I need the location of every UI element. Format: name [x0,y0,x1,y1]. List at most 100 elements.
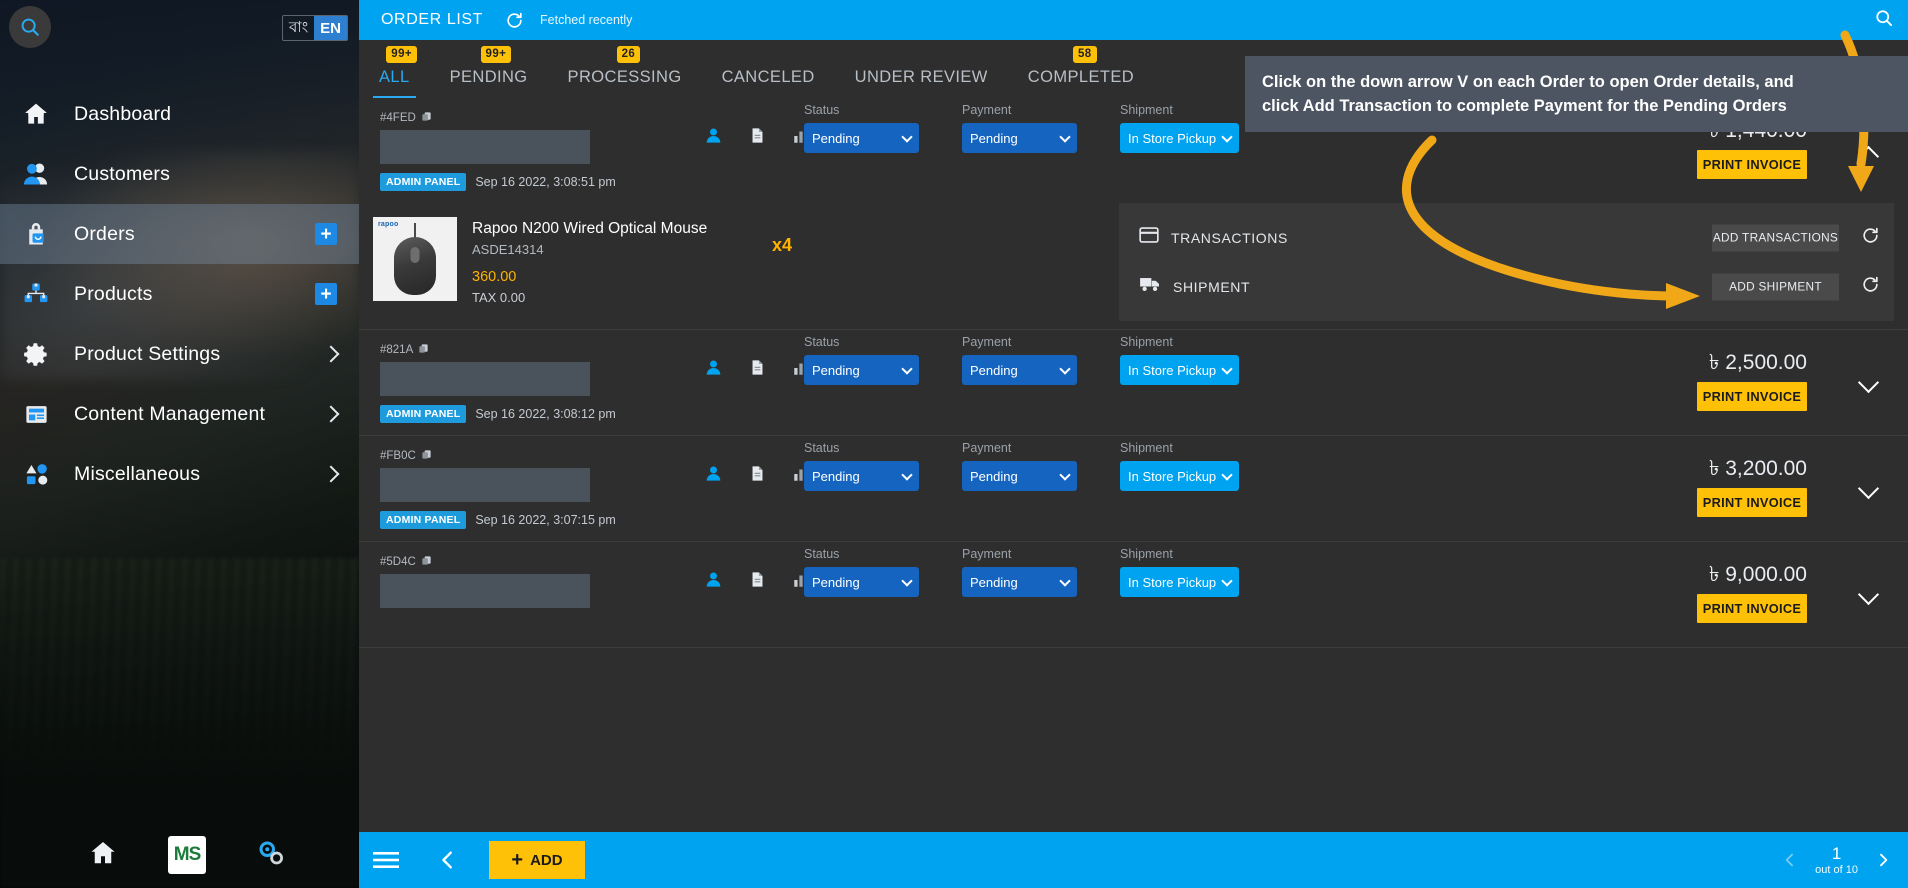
order-date: Sep 16 2022, 3:08:51 pm [475,175,616,189]
status-select[interactable]: Pending [804,355,919,385]
document-icon[interactable] [749,570,766,594]
order-quick-actions [704,570,810,594]
sidebar-item-dashboard[interactable]: Dashboard [0,84,359,144]
order-id: #4FED [380,111,432,125]
document-icon[interactable] [749,464,766,488]
order-expand-toggle[interactable] [1856,371,1880,399]
shipment-select[interactable]: In Store Pickup [1120,461,1239,491]
order-expand-toggle[interactable] [1856,143,1880,168]
sidebar-add-product-button[interactable]: + [315,283,337,305]
sidebar-footer: MS [0,822,359,888]
refresh-icon[interactable] [505,11,524,30]
truck-icon [1139,275,1161,298]
app-root: বাং EN Dashboard Customers Orders + Prod… [0,0,1908,888]
chevron-right-icon[interactable] [322,345,340,363]
tab-all[interactable]: 99+ ALL [373,46,417,98]
app-logo: MS [168,836,206,874]
copy-icon[interactable] [421,111,432,125]
payment-value: Pending [970,468,1018,484]
customer-icon[interactable] [704,464,723,488]
language-switcher[interactable]: বাং EN [282,15,348,41]
chevron-down-icon [901,131,913,143]
sidebar-item-miscellaneous[interactable]: Miscellaneous [0,444,359,504]
plus-icon: + [511,849,524,871]
status-field: Status Pending [804,441,919,491]
language-option-en[interactable]: EN [314,16,347,40]
print-invoice-button[interactable]: PRINT INVOICE [1697,382,1807,411]
home-icon[interactable] [88,838,118,873]
shipment-field: Shipment In Store Pickup [1120,441,1239,491]
add-shipment-button[interactable]: ADD SHIPMENT [1712,273,1839,300]
mouse-body [394,237,436,295]
payment-label: Payment [962,335,1012,349]
sidebar-item-customers[interactable]: Customers [0,144,359,204]
customer-name-redacted [380,130,590,164]
tab-under-review[interactable]: UNDER REVIEW [849,68,994,98]
sidebar-item-product-settings[interactable]: Product Settings [0,324,359,384]
tab-pending[interactable]: 99+ PENDING [444,46,534,98]
back-button[interactable] [437,849,459,871]
customer-icon[interactable] [704,126,723,150]
status-value: Pending [812,468,860,484]
chevron-right-icon[interactable] [322,405,340,423]
payment-select[interactable]: Pending [962,567,1077,597]
order-quick-actions [704,126,810,150]
order-date: Sep 16 2022, 3:08:12 pm [475,407,616,421]
order-field-group: Status Pending Payment Pending Shipment … [804,441,1239,491]
status-select[interactable]: Pending [804,123,919,153]
order-card: #5D4C Status Pending Payment Pending Shi… [359,542,1908,648]
copy-icon[interactable] [421,449,432,463]
tab-completed[interactable]: 58 COMPLETED [1022,46,1140,98]
language-option-bn[interactable]: বাং [283,16,314,40]
top-search-button[interactable] [1874,8,1894,33]
refresh-icon[interactable] [1861,275,1880,299]
payment-field: Payment Pending [962,103,1077,153]
chevron-right-icon[interactable] [322,465,340,483]
shapes-icon [14,461,58,488]
print-invoice-button[interactable]: PRINT INVOICE [1697,594,1807,623]
payment-select[interactable]: Pending [962,461,1077,491]
order-expand-toggle[interactable] [1856,477,1880,505]
chevron-down-icon [1059,575,1071,587]
print-invoice-button[interactable]: PRINT INVOICE [1697,150,1807,179]
sidebar-item-products[interactable]: Products + [0,264,359,324]
order-source-badge: ADMIN PANEL [380,173,467,191]
payment-select[interactable]: Pending [962,123,1077,153]
copy-icon[interactable] [421,555,432,569]
gears-icon[interactable] [256,838,286,873]
tab-processing[interactable]: 26 PROCESSING [562,46,688,98]
sidebar-search-button[interactable] [9,6,51,48]
add-button-label: ADD [530,851,563,869]
add-button[interactable]: + ADD [489,841,585,879]
shipment-select[interactable]: In Store Pickup [1120,355,1239,385]
customer-icon[interactable] [704,570,723,594]
tab-badge: 26 [616,46,641,63]
refresh-icon[interactable] [1861,226,1880,250]
copy-icon[interactable] [418,343,429,357]
prev-page-button[interactable] [1779,849,1801,871]
product-tax: TAX 0.00 [472,290,526,305]
shipment-select[interactable]: In Store Pickup [1120,567,1239,597]
tab-canceled[interactable]: CANCELED [716,68,821,98]
tab-label: COMPLETED [1027,68,1135,86]
print-invoice-button[interactable]: PRINT INVOICE [1697,488,1807,517]
hamburger-icon[interactable] [373,850,399,870]
document-icon[interactable] [749,126,766,150]
document-icon[interactable] [749,358,766,382]
customer-icon[interactable] [704,358,723,382]
tab-label: UNDER REVIEW [854,68,988,86]
transactions-label: TRANSACTIONS [1171,229,1288,246]
order-expand-toggle[interactable] [1856,583,1880,611]
sidebar-item-content-management[interactable]: Content Management [0,384,359,444]
add-transactions-button[interactable]: ADD TRANSACTIONS [1712,224,1839,251]
sidebar-add-order-button[interactable]: + [315,223,337,245]
shipment-select[interactable]: In Store Pickup [1120,123,1239,153]
next-page-button[interactable] [1872,849,1894,871]
users-icon [14,160,58,188]
payment-select[interactable]: Pending [962,355,1077,385]
sidebar-item-orders[interactable]: Orders + [0,204,359,264]
status-label: Status [804,547,840,561]
status-select[interactable]: Pending [804,567,919,597]
status-select[interactable]: Pending [804,461,919,491]
order-meta: ADMIN PANEL Sep 16 2022, 3:07:15 pm [380,511,616,529]
